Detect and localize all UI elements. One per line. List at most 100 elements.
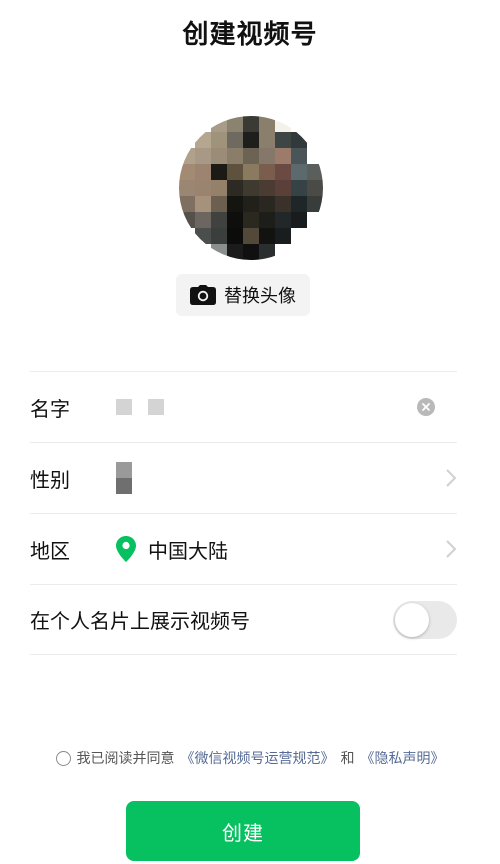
avatar-pixel <box>195 164 211 180</box>
avatar-pixel <box>275 196 291 212</box>
avatar-pixel <box>179 148 195 164</box>
avatar-pixel <box>291 116 307 132</box>
change-avatar-button[interactable]: 替换头像 <box>176 274 310 316</box>
avatar-pixel <box>291 132 307 148</box>
avatar-pixel <box>195 132 211 148</box>
avatar-pixel <box>195 196 211 212</box>
avatar-pixel <box>275 164 291 180</box>
avatar-pixel <box>307 164 323 180</box>
avatar-pixel <box>259 116 275 132</box>
gender-label: 性别 <box>30 467 70 492</box>
avatar-pixel <box>275 212 291 228</box>
show-on-card-label: 在个人名片上展示视频号 <box>30 609 250 633</box>
avatar-pixel <box>307 244 323 260</box>
avatar-pixel <box>179 116 195 132</box>
clear-icon[interactable] <box>417 398 435 416</box>
avatar-pixel <box>211 132 227 148</box>
avatar-pixel <box>243 212 259 228</box>
avatar-pixel <box>307 228 323 244</box>
chevron-right-icon <box>446 540 457 558</box>
avatar-pixel <box>211 180 227 196</box>
change-avatar-label: 替换头像 <box>224 286 296 307</box>
avatar-pixel <box>243 228 259 244</box>
avatar-pixel <box>259 148 275 164</box>
avatar-pixel <box>259 164 275 180</box>
avatar-pixel <box>195 180 211 196</box>
agreement-prefix: 我已阅读并同意 <box>76 751 175 767</box>
avatar-pixel <box>259 132 275 148</box>
avatar-pixel <box>227 164 243 180</box>
avatar-pixel <box>195 244 211 260</box>
avatar-pixel <box>243 196 259 212</box>
name-label: 名字 <box>30 396 70 421</box>
avatar-pixel <box>227 116 243 132</box>
avatar-pixel <box>307 148 323 164</box>
avatar-pixel <box>227 132 243 148</box>
avatar-pixel <box>179 244 195 260</box>
avatar-pixel <box>259 244 275 260</box>
avatar-pixel <box>227 196 243 212</box>
name-input[interactable] <box>116 399 164 415</box>
avatar-pixel <box>307 132 323 148</box>
avatar-pixel <box>307 180 323 196</box>
avatar-pixel <box>243 164 259 180</box>
avatar-pixel <box>211 212 227 228</box>
gender-value-obscured <box>116 462 132 494</box>
agree-radio[interactable] <box>55 750 71 766</box>
avatar-pixel <box>243 116 259 132</box>
show-on-card-toggle[interactable] <box>393 600 457 639</box>
avatar-pixel <box>291 212 307 228</box>
avatar-pixel <box>291 180 307 196</box>
avatar-pixel <box>243 180 259 196</box>
avatar-pixel <box>211 116 227 132</box>
region-row[interactable]: 地区 中国大陆 <box>30 513 457 584</box>
avatar-pixel <box>211 244 227 260</box>
agreement: 我已阅读并同意 《微信视频号运营规范》 和 《隐私声明》 <box>0 748 500 768</box>
avatar-pixel <box>195 212 211 228</box>
gender-value <box>116 462 132 494</box>
avatar-pixel <box>275 132 291 148</box>
avatar-pixel <box>259 228 275 244</box>
avatar-pixel <box>211 228 227 244</box>
avatar-pixel <box>179 212 195 228</box>
avatar-pixel <box>259 212 275 228</box>
avatar-pixel <box>211 164 227 180</box>
avatar-pixel <box>179 132 195 148</box>
avatar-pixel <box>275 228 291 244</box>
region-value: 中国大陆 <box>116 535 228 564</box>
avatar-pixel <box>275 180 291 196</box>
avatar-pixel <box>227 244 243 260</box>
avatar-pixel <box>307 212 323 228</box>
page-title: 创建视频号 <box>182 20 318 50</box>
chevron-right-icon <box>446 469 457 487</box>
name-value-obscured <box>116 399 164 415</box>
profile-form: 名字 性别 地区 中国大陆 在个人名片上展示视频号 <box>30 371 457 655</box>
privacy-statement-link[interactable]: 《隐私声明》 <box>361 748 445 768</box>
avatar-pixel <box>243 244 259 260</box>
avatar-pixel <box>195 228 211 244</box>
avatar-pixel <box>227 148 243 164</box>
avatar-pixel <box>291 244 307 260</box>
avatar-pixel <box>227 228 243 244</box>
create-channel-page: 创建视频号 替换头像 名字 性别 地区 中国大陆 在个人名片上展示视频号 我已阅… <box>0 0 500 864</box>
operation-rules-link[interactable]: 《微信视频号运营规范》 <box>181 748 335 768</box>
avatar-pixel <box>227 180 243 196</box>
avatar-pixel <box>195 116 211 132</box>
location-pin-icon <box>116 536 136 562</box>
region-label: 地区 <box>30 538 70 563</box>
avatar-pixel <box>243 132 259 148</box>
avatar-pixel <box>179 164 195 180</box>
avatar-pixel <box>307 116 323 132</box>
avatar-pixel <box>179 180 195 196</box>
avatar-pixel <box>291 228 307 244</box>
avatar[interactable] <box>179 116 323 260</box>
create-button[interactable]: 创建 <box>126 801 360 861</box>
avatar-pixel <box>275 148 291 164</box>
name-row[interactable]: 名字 <box>30 371 457 442</box>
camera-icon <box>190 285 216 305</box>
avatar-pixel <box>243 148 259 164</box>
avatar-pixel <box>195 148 211 164</box>
avatar-pixel <box>275 116 291 132</box>
region-text: 中国大陆 <box>148 538 228 563</box>
gender-row[interactable]: 性别 <box>30 442 457 513</box>
